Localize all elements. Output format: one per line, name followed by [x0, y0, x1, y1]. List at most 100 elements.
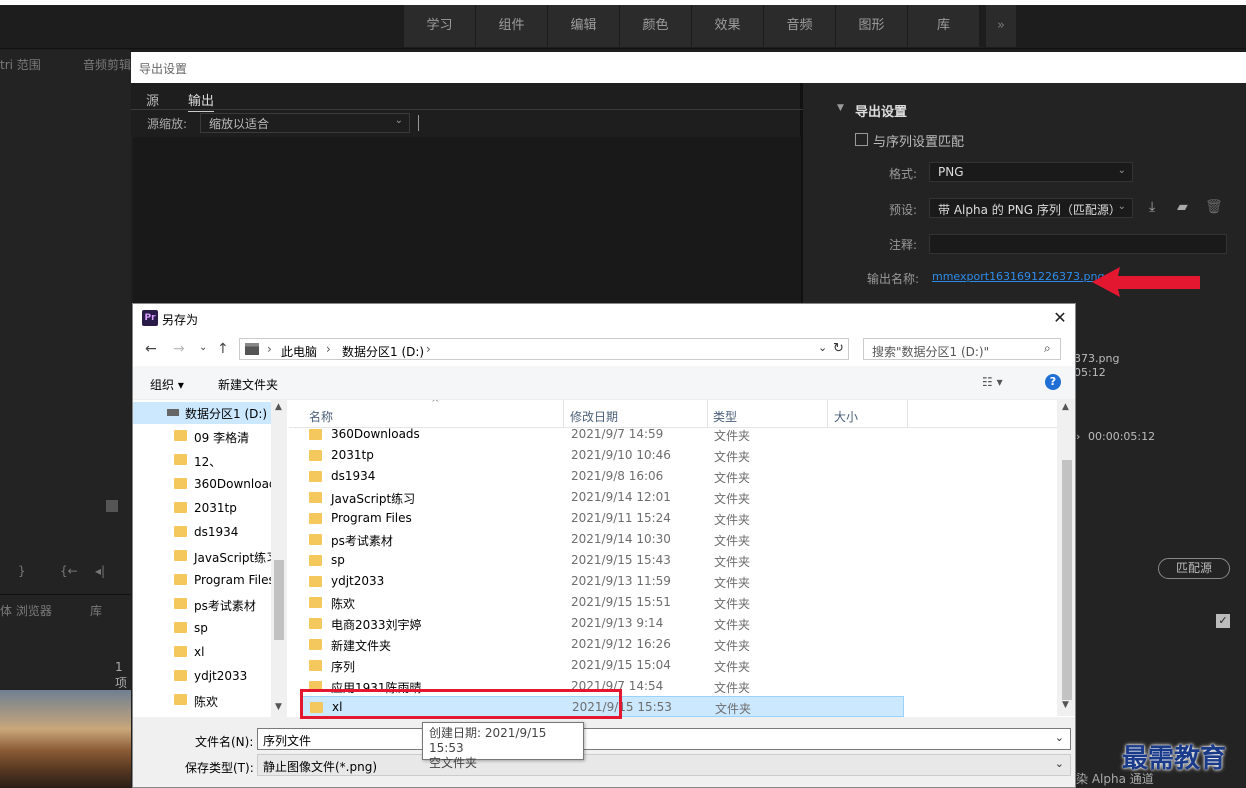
- nav-item-folder[interactable]: JavaScript练习: [133, 545, 287, 569]
- file-list: 名称 ^ 修改日期 类型 大小 360Downloads 2021/9/7 14:…: [289, 400, 1075, 717]
- file-row[interactable]: JavaScript练习 2021/9/14 12:01 文件夹: [302, 487, 904, 508]
- dialog-title: 另存为: [162, 313, 199, 327]
- nav-item-folder[interactable]: 12、: [133, 449, 287, 473]
- column-type[interactable]: 类型: [713, 408, 737, 425]
- delete-preset-icon[interactable]: 🗑: [1205, 199, 1223, 215]
- scroll-up-icon[interactable]: ▲: [1062, 402, 1069, 412]
- view-options-icon[interactable]: ☷ ▾: [982, 375, 1003, 389]
- chevron-down-icon[interactable]: ⌄: [1055, 757, 1064, 770]
- column-name[interactable]: 名称: [309, 408, 333, 425]
- comments-input[interactable]: [929, 234, 1227, 254]
- workspace-tab-assembly[interactable]: 组件: [476, 5, 548, 47]
- scroll-down-icon[interactable]: ▼: [1062, 700, 1069, 710]
- column-modified[interactable]: 修改日期: [570, 408, 618, 425]
- nav-item-folder[interactable]: xl: [133, 641, 287, 665]
- nav-item-label: Program Files: [194, 573, 275, 587]
- workspace-tab-color[interactable]: 颜色: [620, 5, 692, 47]
- address-bar[interactable]: › 此电脑 › 数据分区1 (D:) › ⌄: [239, 338, 849, 360]
- filetype-value: 静止图像文件(*.png): [263, 760, 378, 774]
- scroll-down-icon[interactable]: ▼: [275, 702, 282, 712]
- step-back-icon[interactable]: ◂|: [95, 564, 105, 578]
- file-row[interactable]: 新建文件夹 2021/9/12 16:26 文件夹: [302, 634, 904, 655]
- tooltip-empty-folder: 空文件夹: [429, 756, 478, 770]
- source-scaling-label: 源缩放:: [147, 117, 188, 131]
- workspace-tab-graphics[interactable]: 图形: [836, 5, 908, 47]
- workspace-tab-audio[interactable]: 音频: [764, 5, 836, 47]
- item-count: 1 项: [115, 660, 128, 690]
- collapse-caret-icon[interactable]: ▼: [837, 103, 844, 113]
- scroll-up-icon[interactable]: ▲: [275, 402, 282, 412]
- address-dropdown-chevron-icon[interactable]: ⌄: [818, 341, 827, 354]
- workspace-tab-editing[interactable]: 编辑: [548, 5, 620, 47]
- workspace-tab-learn[interactable]: 学习: [404, 5, 476, 47]
- folder-icon: [309, 429, 322, 440]
- file-row[interactable]: sp 2021/9/15 15:43 文件夹: [302, 550, 904, 571]
- breadcrumb-drive-d[interactable]: 数据分区1 (D:): [342, 343, 424, 360]
- help-icon[interactable]: ?: [1045, 374, 1061, 390]
- save-preset-icon[interactable]: ⤓: [1149, 199, 1155, 215]
- recent-locations-chevron-icon[interactable]: ⌄: [199, 342, 207, 353]
- file-row[interactable]: ydjt2033 2021/9/13 11:59 文件夹: [302, 571, 904, 592]
- chevron-down-icon[interactable]: ⌄: [1055, 731, 1064, 744]
- media-browser-tab[interactable]: 体 浏览器: [0, 602, 52, 619]
- match-source-button[interactable]: 匹配源: [1158, 558, 1230, 579]
- filename-input[interactable]: 序列文件 ⌄: [257, 728, 1071, 750]
- file-row[interactable]: 序列 2021/9/15 15:04 文件夹: [302, 655, 904, 676]
- enabled-checkbox[interactable]: ✓: [1216, 614, 1230, 628]
- format-select[interactable]: PNG ⌄: [929, 162, 1133, 182]
- audio-clip-mixer-tab[interactable]: 音频剪辑: [83, 56, 131, 73]
- output-name-link[interactable]: mmexport1631691226373.png: [932, 270, 1104, 283]
- nav-item-folder[interactable]: 09 李格清: [133, 425, 287, 449]
- forward-arrow-icon[interactable]: →: [173, 341, 185, 357]
- nav-item-folder[interactable]: Program Files: [133, 569, 287, 593]
- preset-select[interactable]: 带 Alpha 的 PNG 序列（匹配源） ⌄: [929, 198, 1133, 218]
- search-icon[interactable]: ⌕: [1044, 341, 1051, 356]
- file-row[interactable]: 电商2033刘宇婷 2021/9/13 9:14 文件夹: [302, 613, 904, 634]
- file-row[interactable]: 2031tp 2021/9/10 10:46 文件夹: [302, 445, 904, 466]
- source-scaling-select[interactable]: 缩放以适合 ⌄: [200, 113, 410, 133]
- new-folder-button[interactable]: 新建文件夹: [218, 376, 278, 393]
- folder-icon: [174, 574, 187, 585]
- import-preset-icon[interactable]: ▰: [1177, 199, 1188, 215]
- folder-icon: [309, 576, 322, 587]
- file-row[interactable]: Program Files 2021/9/11 15:24 文件夹: [302, 508, 904, 529]
- filetype-select[interactable]: 静止图像文件(*.png) ⌄: [257, 754, 1071, 776]
- workspace-more-button[interactable]: »: [986, 5, 1016, 47]
- folder-icon: [174, 598, 187, 609]
- organize-button[interactable]: 组织 ▾: [150, 376, 184, 393]
- nav-item-folder[interactable]: ydjt2033: [133, 665, 287, 689]
- workspace-tab-effects[interactable]: 效果: [692, 5, 764, 47]
- file-list-scrollbar-thumb[interactable]: [1062, 460, 1072, 700]
- close-icon[interactable]: ✕: [1049, 308, 1071, 328]
- go-to-in-icon[interactable]: {←: [60, 564, 78, 578]
- nav-item-drive-d[interactable]: 数据分区1 (D:): [133, 401, 287, 425]
- watermark-logo: 最需教育: [1122, 744, 1227, 774]
- nav-scrollbar-thumb[interactable]: [274, 560, 284, 640]
- column-size[interactable]: 大小: [834, 408, 858, 425]
- nav-scrollbar[interactable]: [271, 400, 287, 717]
- format-value: PNG: [938, 165, 964, 179]
- file-row[interactable]: 360Downloads 2021/9/7 14:59 文件夹: [302, 424, 904, 445]
- lumetri-scopes-tab[interactable]: tri 范围: [0, 56, 41, 73]
- match-sequence-checkbox[interactable]: [855, 133, 868, 146]
- file-row[interactable]: ps考试素材 2021/9/14 10:30 文件夹: [302, 529, 904, 550]
- nav-item-folder[interactable]: ds1934: [133, 521, 287, 545]
- workspace-tab-libraries[interactable]: 库: [908, 5, 980, 47]
- up-arrow-icon[interactable]: ↑: [217, 341, 229, 357]
- libraries-tab[interactable]: 库: [90, 602, 102, 619]
- nav-item-folder[interactable]: ps考试素材: [133, 593, 287, 617]
- folder-icon: [174, 550, 187, 561]
- file-row[interactable]: 陈欢 2021/9/15 15:51 文件夹: [302, 592, 904, 613]
- file-row[interactable]: ds1934 2021/9/8 16:06 文件夹: [302, 466, 904, 487]
- nav-item-folder[interactable]: 2031tp: [133, 497, 287, 521]
- search-input[interactable]: 搜索"数据分区1 (D:)" ⌕: [863, 338, 1061, 360]
- refresh-icon[interactable]: ↻: [833, 341, 844, 356]
- breadcrumb-this-pc[interactable]: 此电脑: [281, 343, 317, 360]
- nav-item-folder[interactable]: sp: [133, 617, 287, 641]
- nav-item-folder[interactable]: 360Download: [133, 473, 287, 497]
- back-arrow-icon[interactable]: ←: [145, 341, 157, 357]
- output-name-label: 输出名称:: [866, 272, 919, 286]
- trim-icon[interactable]: }: [18, 564, 26, 578]
- nav-item-folder[interactable]: 陈欢: [133, 689, 287, 713]
- tab-source[interactable]: 源: [146, 90, 159, 109]
